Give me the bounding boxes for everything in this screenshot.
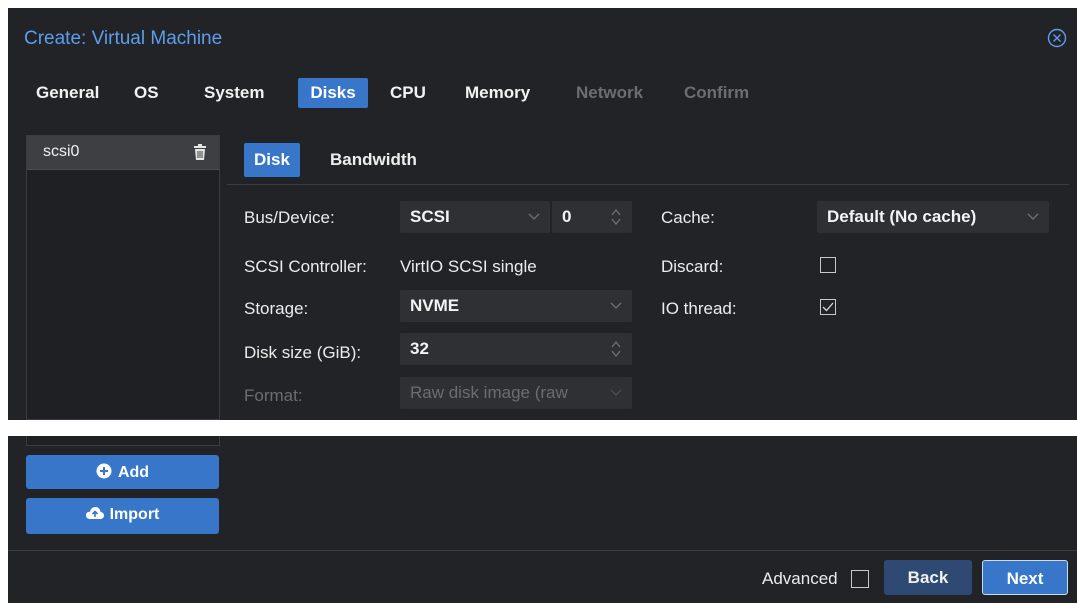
advanced-label: Advanced — [762, 569, 838, 588]
scsi-controller-value: VirtIO SCSI single — [400, 257, 537, 276]
back-button[interactable]: Back — [884, 560, 972, 595]
disk-size-label: Disk size (GiB): — [244, 343, 362, 362]
discard-checkbox[interactable] — [820, 257, 836, 273]
spinner-arrows-icon[interactable] — [610, 208, 622, 226]
tab-general[interactable]: General — [30, 78, 105, 108]
disk-list-bottom — [26, 436, 220, 446]
discard-label: Discard: — [661, 257, 724, 276]
import-disk-button[interactable]: Import — [26, 498, 219, 534]
chevron-down-icon — [1027, 213, 1039, 220]
dialog-title: Create: Virtual Machine — [24, 28, 223, 49]
bus-device-label: Bus/Device: — [244, 208, 335, 227]
bus-select[interactable]: SCSI — [400, 201, 550, 233]
device-value: 0 — [562, 207, 572, 226]
tab-network: Network — [576, 83, 644, 102]
io-thread-label: IO thread: — [661, 299, 737, 318]
spinner-arrows-icon[interactable] — [610, 340, 622, 358]
tab-disks[interactable]: Disks — [298, 78, 368, 108]
divider — [227, 184, 1069, 185]
plus-circle-icon — [96, 463, 112, 479]
dialog-titlebar: Create: Virtual Machine — [8, 8, 1077, 66]
subtab-bandwidth[interactable]: Bandwidth — [320, 143, 427, 177]
storage-select[interactable]: NVME — [400, 290, 632, 322]
storage-label: Storage: — [244, 299, 309, 318]
chevron-down-icon — [610, 389, 622, 396]
import-label: Import — [109, 506, 160, 523]
disks-panel: scsi0 — [8, 115, 1077, 420]
tab-cpu[interactable]: CPU — [384, 78, 432, 108]
trash-icon[interactable] — [193, 144, 207, 160]
disk-list-item-scsi0[interactable]: scsi0 — [27, 136, 219, 170]
advanced-checkbox[interactable] — [851, 570, 869, 588]
next-button[interactable]: Next — [982, 560, 1068, 595]
storage-value: NVME — [410, 296, 460, 315]
tab-memory[interactable]: Memory — [459, 78, 536, 108]
io-thread-checkbox[interactable] — [820, 299, 836, 315]
add-button-content: Add — [26, 463, 219, 482]
dialog-footer: Advanced Back Next — [8, 550, 1077, 603]
format-label: Format: — [244, 386, 303, 405]
tab-os[interactable]: OS — [128, 78, 165, 108]
wizard-tabs: General OS System Disks CPU Memory Netwo… — [8, 73, 1077, 113]
format-value: Raw disk image (raw — [410, 383, 568, 402]
import-button-content: Import — [26, 506, 219, 524]
bus-value: SCSI — [410, 207, 450, 226]
scsi-controller-label: SCSI Controller: — [244, 257, 367, 276]
add-disk-button[interactable]: Add — [26, 455, 219, 489]
cache-select[interactable]: Default (No cache) — [817, 201, 1049, 233]
tab-confirm: Confirm — [684, 83, 750, 102]
tab-system[interactable]: System — [198, 78, 270, 108]
close-icon[interactable] — [1047, 28, 1067, 48]
disk-size-input[interactable]: 32 — [400, 333, 632, 365]
cloud-upload-icon — [85, 507, 104, 519]
disk-list-item-label: scsi0 — [43, 143, 80, 160]
check-icon — [822, 302, 834, 312]
cache-label: Cache: — [661, 208, 715, 227]
subtab-disk[interactable]: Disk — [244, 143, 300, 177]
screenshot-gap — [0, 420, 1077, 436]
add-label: Add — [117, 464, 150, 481]
disk-size-value: 32 — [410, 339, 429, 358]
disk-list: scsi0 — [26, 135, 220, 420]
chevron-down-icon — [528, 213, 540, 220]
disk-list-actions: Add Import — [8, 436, 1077, 550]
cache-value: Default (No cache) — [827, 207, 977, 226]
chevron-down-icon — [610, 302, 622, 309]
device-stepper[interactable]: 0 — [552, 201, 632, 233]
format-select: Raw disk image (raw — [400, 377, 632, 409]
